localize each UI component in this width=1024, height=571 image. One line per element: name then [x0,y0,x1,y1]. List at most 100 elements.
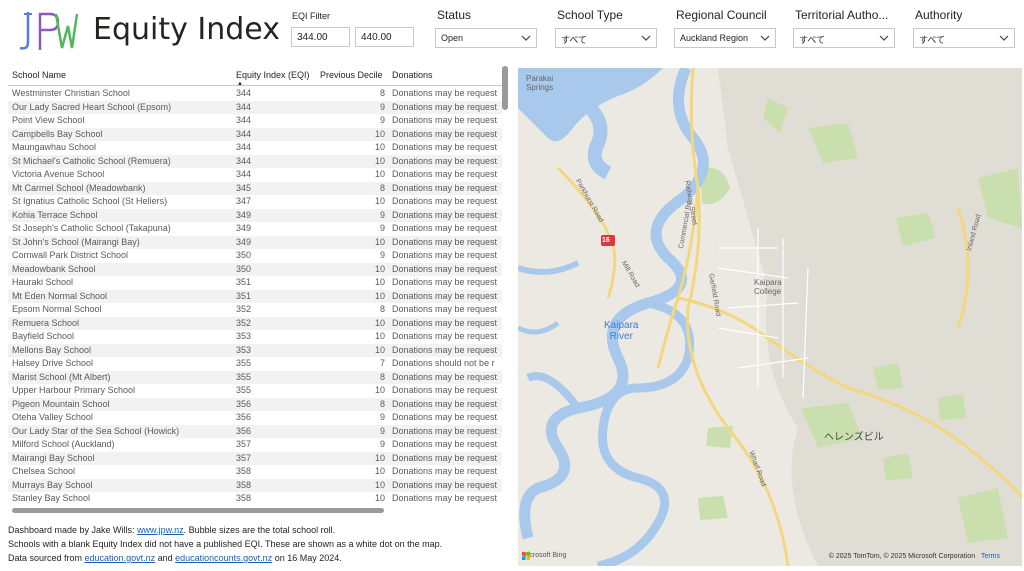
chevron-down-icon [760,35,770,41]
jpw-link[interactable]: www.jpw.nz [137,525,184,535]
table-row[interactable]: Upper Harbour Primary School 355 10 Donatio… [8,384,502,398]
table-row[interactable]: Stanley Bay School 358 10 Donations may be … [8,492,502,506]
eqi-cell: 355 [236,385,252,395]
eqi-cell: 344 [236,101,252,112]
table-row[interactable]: Murrays Bay School 358 10 Donations may be … [8,478,502,492]
table-row[interactable]: Halsey Drive School 355 7 Donations should … [8,357,502,371]
donations-cell: Donations may be request [392,439,498,449]
status-value: Open [441,33,464,43]
previous-decile-cell: 10 [374,236,385,247]
table-row[interactable]: Maungawhau School 344 10 Donations may be r… [8,141,502,155]
jpw-logo [19,12,78,50]
previous-decile-cell: 10 [374,290,385,301]
school-name-cell: Hauraki School [12,277,74,287]
column-header-donations[interactable]: Donations [392,70,433,80]
table-row[interactable]: Milford School (Auckland) 357 9 Donations m… [8,438,502,452]
eqi-min-input[interactable]: 344.00 [291,27,350,47]
terms-link[interactable]: Terms [981,553,1000,560]
status-dropdown[interactable]: Open [435,28,537,48]
previous-decile-cell: 10 [374,128,385,139]
school-name-cell: Pigeon Mountain School [12,398,110,409]
eqi-cell: 349 [236,209,252,220]
eqi-cell: 344 [236,115,252,125]
territorial-authority-dropdown[interactable]: すべて [793,28,895,48]
table-row[interactable]: Epsom Normal School 352 8 Donations may be … [8,303,502,317]
previous-decile-cell: 10 [374,263,385,274]
school-map[interactable]: Parakai Springs 16 Kaipara River Kaipara… [518,68,1022,566]
table-row[interactable]: Victoria Avenue School 344 10 Donations may… [8,168,502,182]
map-copyright-text: © 2025 TomTom, © 2025 Microsoft Corporat… [828,553,976,560]
donations-cell: Donations may be request [392,371,498,382]
eqi-cell: 355 [236,371,252,382]
table-row[interactable]: St John's School (Mairangi Bay) 349 10 Dona… [8,235,502,249]
school-name-cell: Cornwall Park District School [12,250,129,260]
table-row[interactable]: Meadowbank School 350 10 Donations may be r… [8,262,502,276]
footer-source-text: Data sourced from [8,553,85,563]
donations-cell: Donations may be request [392,277,498,287]
table-row[interactable]: Oteha Valley School 356 9 Donations may be … [8,411,502,425]
table-row[interactable]: Remuera School 352 10 Donations may be requ… [8,316,502,330]
eqi-cell: 347 [236,196,252,206]
donations-cell: Donations may be request [392,344,498,355]
donations-cell: Donations may be request [392,196,498,206]
eqi-cell: 356 [236,398,252,409]
school-name-cell: Mt Eden Normal School [12,290,108,301]
school-name-cell: Murrays Bay School [12,479,93,490]
chevron-down-icon [999,35,1009,41]
table-row[interactable]: Our Lady Star of the Sea School (Howick)… [8,424,502,438]
regional-council-dropdown[interactable]: Auckland Region [674,28,776,48]
previous-decile-cell: 8 [379,88,385,98]
donations-cell: Donations may be request [392,209,498,220]
column-header-school-name[interactable]: School Name [12,70,66,80]
page-title: Equity Index [93,12,280,47]
parakai-label: Parakai Springs [526,74,554,92]
table-row[interactable]: St Michael's Catholic School (Remuera) 34… [8,154,502,168]
eqi-cell: 344 [236,128,252,139]
eqi-max-input[interactable]: 440.00 [355,27,414,47]
previous-decile-cell: 9 [379,425,385,436]
table-row[interactable]: Point View School 344 9 Donations may be re… [8,114,502,128]
table-row[interactable]: Mt Carmel School (Meadowbank) 345 8 Donatio… [8,181,502,195]
table-row[interactable]: St Joseph's Catholic School (Takapuna) 34… [8,222,502,236]
school-name-cell: St Michael's Catholic School (Remuera) [12,155,171,166]
schools-table: School Name Equity Index (EQI) Previous … [8,66,510,510]
educationcounts-link[interactable]: educationcounts.govt.nz [175,553,272,563]
column-header-previous-decile[interactable]: Previous Decile [320,70,383,80]
table-row[interactable]: Hauraki School 351 10 Donations may be requ… [8,276,502,290]
table-row[interactable]: Mellons Bay School 353 10 Donations may be … [8,343,502,357]
table-row[interactable]: Chelsea School 358 10 Donations may be requ… [8,465,502,479]
table-vertical-scrollbar[interactable] [502,66,508,110]
school-name-cell: Our Lady Star of the Sea School (Howick) [12,425,180,436]
school-type-label: School Type [557,8,623,22]
school-name-cell: Our Lady Sacred Heart School (Epsom) [12,101,172,112]
authority-dropdown[interactable]: すべて [913,28,1015,48]
eqi-cell: 352 [236,304,252,314]
previous-decile-cell: 9 [379,101,385,112]
table-row[interactable]: Cornwall Park District School 350 9 Donatio… [8,249,502,263]
table-row[interactable]: St Ignatius Catholic School (St Heliers)… [8,195,502,209]
table-horizontal-scrollbar[interactable] [12,508,384,513]
eqi-cell: 350 [236,250,252,260]
school-name-cell: Mt Carmel School (Meadowbank) [12,182,146,193]
table-row[interactable]: Our Lady Sacred Heart School (Epsom) 344 9… [8,100,502,114]
table-row[interactable]: Pigeon Mountain School 356 8 Donations may … [8,397,502,411]
table-row[interactable]: Bayfield School 353 10 Donations may be req… [8,330,502,344]
table-row[interactable]: Westminster Christian School 344 8 Donation… [8,87,502,101]
school-type-dropdown[interactable]: すべて [555,28,657,48]
table-row[interactable]: Mairangi Bay School 357 10 Donations may be… [8,451,502,465]
table-row[interactable]: Kohia Terrace School 349 9 Donations may be… [8,208,502,222]
table-row[interactable]: Mt Eden Normal School 351 10 Donations may … [8,289,502,303]
donations-cell: Donations may be request [392,182,498,193]
eqi-cell: 344 [236,88,252,98]
table-row[interactable]: Marist School (Mt Albert) 355 8 Donations m… [8,370,502,384]
column-header-eqi[interactable]: Equity Index (EQI) [236,70,310,80]
school-name-cell: Stanley Bay School [12,493,91,503]
donations-cell: Donations may be request [392,236,498,247]
school-name-cell: Oteha Valley School [12,412,93,422]
eqi-cell: 358 [236,479,252,490]
donations-cell: Donations may be request [392,493,498,503]
previous-decile-cell: 9 [379,209,385,220]
table-row[interactable]: Campbells Bay School 344 10 Donations may b… [8,127,502,141]
table-header: School Name Equity Index (EQI) Previous … [8,66,502,87]
education-govt-link[interactable]: education.govt.nz [85,553,156,563]
